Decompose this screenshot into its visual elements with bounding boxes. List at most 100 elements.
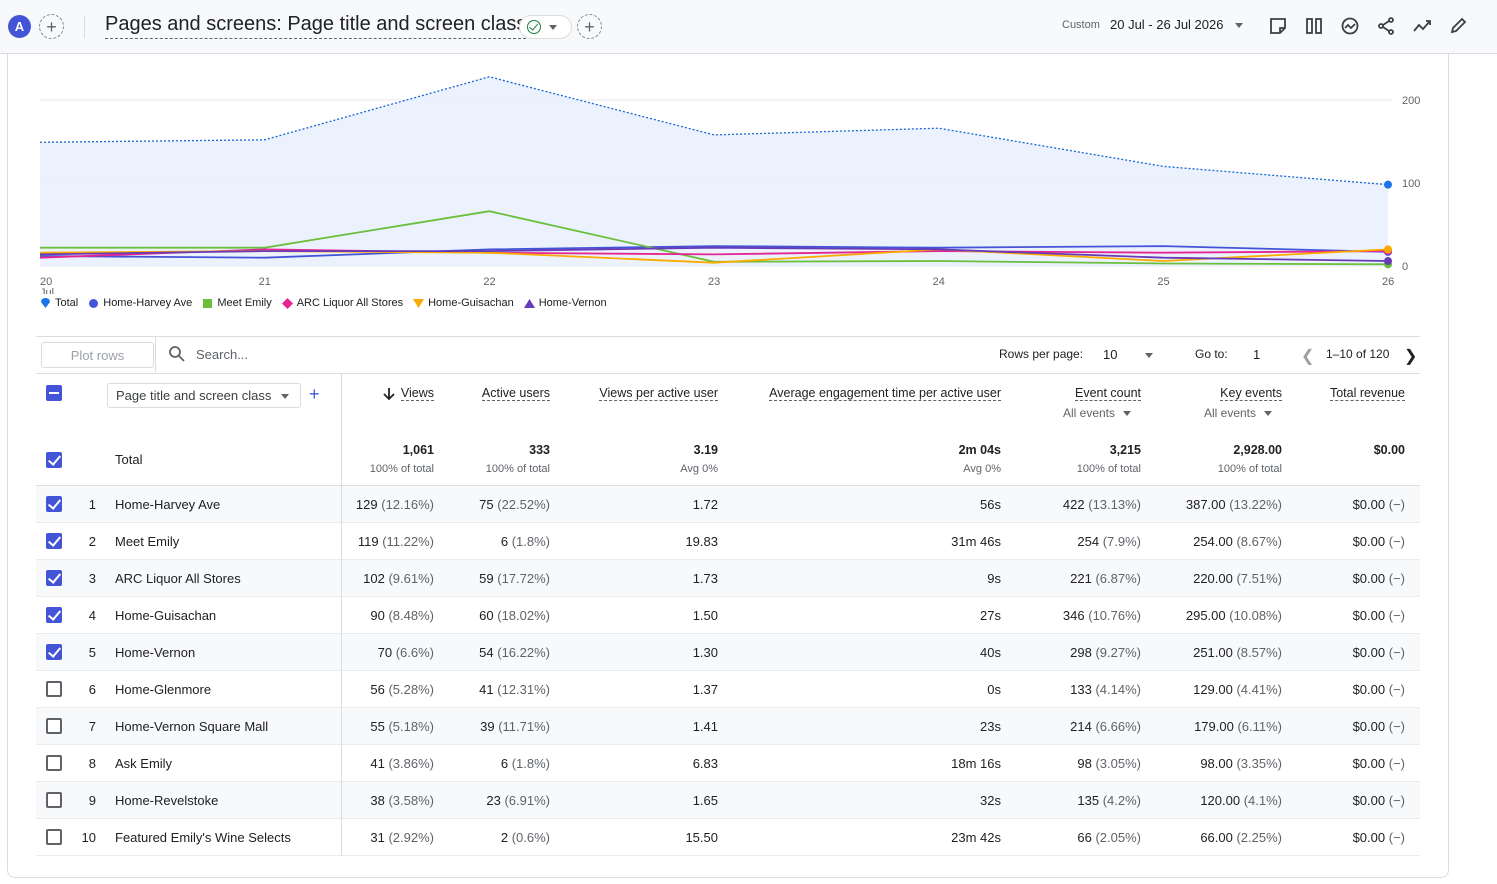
total-value: $0.00 xyxy=(1373,443,1405,457)
rows-per-page-select[interactable]: 10 xyxy=(1103,347,1117,362)
trend-icon[interactable] xyxy=(1410,14,1434,38)
table-row[interactable]: 3 ARC Liquor All Stores 102 (9.61%) 59 (17.… xyxy=(36,560,1420,597)
series-point-5[interactable] xyxy=(1384,257,1392,266)
table-row[interactable]: 6 Home-Glenmore 56 (5.28%) 41 (12.31%) 1.37 0… xyxy=(36,671,1420,708)
row-label[interactable]: Meet Emily xyxy=(115,534,179,549)
legend-item[interactable]: Home-Guisachan xyxy=(413,297,514,309)
table-row[interactable]: 9 Home-Revelstoke 38 (3.58%) 23 (6.91%) 1.65… xyxy=(36,782,1420,819)
row-label[interactable]: ARC Liquor All Stores xyxy=(115,571,241,586)
row-checkbox[interactable] xyxy=(46,570,62,586)
legend-item[interactable]: ARC Liquor All Stores xyxy=(281,297,403,309)
series-point-0[interactable] xyxy=(1384,180,1392,189)
row-label[interactable]: Home-Guisachan xyxy=(115,608,216,623)
row-checkbox[interactable] xyxy=(46,755,62,771)
event-filter-dropdown[interactable]: All events xyxy=(1063,406,1131,420)
series-point-4[interactable] xyxy=(1384,245,1392,254)
dimension-select[interactable]: Page title and screen class xyxy=(107,383,301,408)
insights-icon[interactable] xyxy=(1338,14,1362,38)
plot-rows-button[interactable]: Plot rows xyxy=(41,342,154,368)
chevron-down-icon[interactable] xyxy=(1145,353,1153,358)
goto-page-input[interactable]: 1 xyxy=(1253,347,1260,362)
table-row[interactable]: 7 Home-Vernon Square Mall 55 (5.18%) 39 (11… xyxy=(36,708,1420,745)
table-row[interactable]: 10 Featured Emily's Wine Selects 31 (2.92%… xyxy=(36,819,1420,856)
account-avatar[interactable]: A xyxy=(8,15,31,38)
edit-icon[interactable] xyxy=(1446,14,1470,38)
row-label[interactable]: Home-Glenmore xyxy=(115,682,211,697)
sort-descending-icon[interactable] xyxy=(382,386,396,402)
table-cell: $0.00 (−) xyxy=(1353,830,1405,845)
table-cell: $0.00 (−) xyxy=(1353,793,1405,808)
row-label[interactable]: Home-Vernon xyxy=(115,645,195,660)
total-value: 2m 04s xyxy=(958,443,1001,457)
legend-item[interactable]: Meet Emily xyxy=(202,297,272,309)
legend-item[interactable]: Home-Vernon xyxy=(523,297,607,309)
search-input[interactable]: Search... xyxy=(196,347,248,362)
row-checkbox[interactable] xyxy=(46,644,62,660)
legend-label: Home-Harvey Ave xyxy=(103,297,193,309)
next-page-icon[interactable]: ❯ xyxy=(1404,346,1417,366)
table-row[interactable]: 4 Home-Guisachan 90 (8.48%) 60 (18.02%) 1.50… xyxy=(36,597,1420,634)
column-header[interactable]: Active users xyxy=(481,386,550,401)
date-range[interactable]: 20 Jul - 26 Jul 2026 xyxy=(1110,17,1223,32)
row-label[interactable]: Home-Revelstoke xyxy=(115,793,218,808)
report-status-dropdown[interactable] xyxy=(519,15,572,39)
add-comparison-button[interactable]: + xyxy=(39,14,64,39)
cell-percent: (12.31%) xyxy=(493,682,550,697)
legend-item[interactable]: Home-Harvey Ave xyxy=(88,297,192,309)
search-icon xyxy=(169,346,185,362)
legend-item[interactable]: Total xyxy=(40,297,78,309)
cell-percent: (6.11%) xyxy=(1233,719,1282,734)
row-label[interactable]: Home-Vernon Square Mall xyxy=(115,719,268,734)
table-row[interactable]: 1 Home-Harvey Ave 129 (12.16%) 75 (22.52%) 1… xyxy=(36,486,1420,523)
column-header[interactable]: Total revenue xyxy=(1329,386,1405,401)
cell-percent: (4.1%) xyxy=(1240,793,1282,808)
table-row[interactable]: 5 Home-Vernon 70 (6.6%) 54 (16.22%) 1.30 40s 2… xyxy=(36,634,1420,671)
cell-value: 98.00 xyxy=(1200,756,1233,771)
page-title[interactable]: Pages and screens: Page title and screen… xyxy=(105,13,527,39)
date-dropdown-icon[interactable] xyxy=(1235,23,1243,28)
plus-icon: + xyxy=(584,16,595,37)
page-range: 1–10 of 120 xyxy=(1326,347,1390,361)
column-header[interactable]: Views xyxy=(400,386,434,401)
row-label[interactable]: Home-Harvey Ave xyxy=(115,497,220,512)
column-header[interactable]: Event count xyxy=(1074,386,1141,401)
row-checkbox[interactable] xyxy=(46,792,62,808)
compare-icon[interactable] xyxy=(1302,14,1326,38)
row-checkbox[interactable] xyxy=(46,496,62,512)
cell-value: 41 xyxy=(479,682,494,697)
table-cell: 1.37 xyxy=(693,682,718,697)
column-header[interactable]: Views per active user xyxy=(599,386,718,401)
total-checkbox[interactable] xyxy=(46,452,62,468)
row-label[interactable]: Featured Emily's Wine Selects xyxy=(115,830,291,845)
cell-value: 38 xyxy=(370,793,385,808)
row-checkbox[interactable] xyxy=(46,607,62,623)
cell-percent: (7.9%) xyxy=(1099,534,1141,549)
row-checkbox[interactable] xyxy=(46,718,62,734)
add-dimension-icon[interactable]: + xyxy=(309,384,320,405)
cell-percent: (2.25%) xyxy=(1232,830,1282,845)
table-cell: 133 (4.14%) xyxy=(1070,682,1141,697)
select-all-checkbox[interactable] xyxy=(46,385,62,401)
note-icon[interactable] xyxy=(1266,14,1290,38)
table-cell: 120.00 (4.1%) xyxy=(1200,793,1282,808)
cell-value: 295.00 xyxy=(1185,608,1226,623)
row-checkbox[interactable] xyxy=(46,829,62,845)
column-header[interactable]: Key events xyxy=(1220,386,1282,401)
previous-page-icon[interactable]: ❮ xyxy=(1301,346,1314,366)
total-value: 2,928.00 xyxy=(1233,443,1282,457)
table-row[interactable]: 2 Meet Emily 119 (11.22%) 6 (1.8%) 19.83 31m … xyxy=(36,523,1420,560)
add-filter-button[interactable]: + xyxy=(577,14,602,39)
cell-value: $0.00 xyxy=(1352,793,1386,808)
row-label[interactable]: Ask Emily xyxy=(115,756,172,771)
cell-value: 39 xyxy=(480,719,495,734)
row-checkbox[interactable] xyxy=(46,533,62,549)
table-row[interactable]: 8 Ask Emily 41 (3.86%) 6 (1.8%) 6.83 18m 16s 9… xyxy=(36,745,1420,782)
x-tick-label: 26 xyxy=(1382,276,1394,288)
event-filter-dropdown[interactable]: All events xyxy=(1204,406,1272,420)
cell-value: 422 xyxy=(1062,497,1085,512)
cell-value: 60 xyxy=(479,608,494,623)
share-icon[interactable] xyxy=(1374,14,1398,38)
total-value: 1,061 xyxy=(402,443,434,457)
row-checkbox[interactable] xyxy=(46,681,62,697)
column-header[interactable]: Average engagement time per active user xyxy=(769,386,1001,401)
